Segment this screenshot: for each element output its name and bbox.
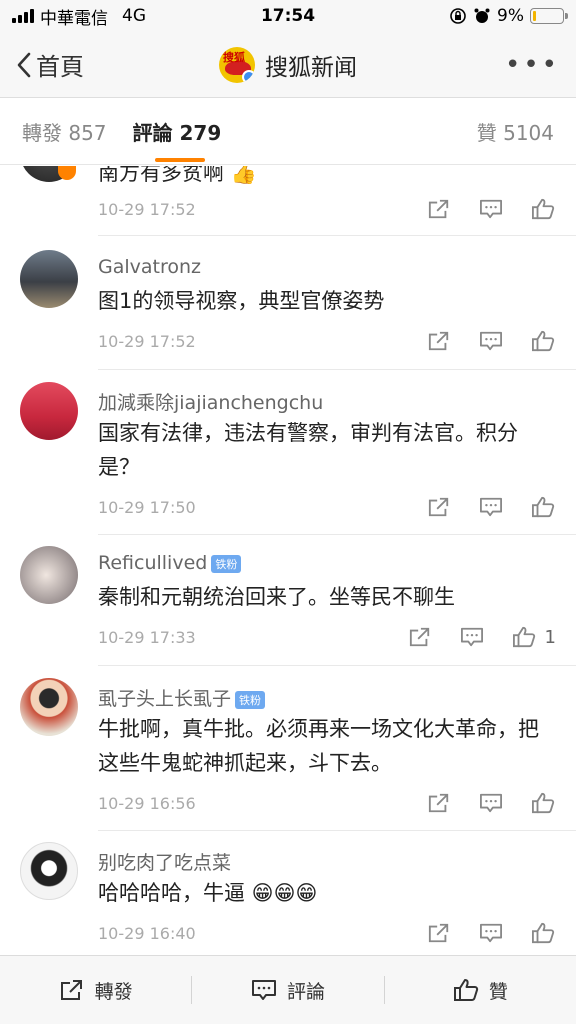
comment-icon (251, 980, 276, 1000)
like-count: 1 (544, 626, 556, 648)
comment-actions (426, 329, 556, 353)
like-icon[interactable] (530, 791, 556, 815)
avatar[interactable] (20, 842, 78, 900)
reply-icon[interactable] (478, 921, 504, 945)
reply-icon[interactable] (478, 197, 504, 221)
comment-actions (426, 921, 556, 945)
repost-comment-icon[interactable] (426, 495, 452, 519)
comment-username[interactable]: 加減乘除jiajianchengchu (98, 388, 323, 415)
like-icon[interactable] (530, 329, 556, 353)
tab-bar: 轉發 857 評論 279 贊 5104 (0, 99, 576, 165)
comment-time: 10-29 16:56 (98, 794, 196, 813)
comment-actions (426, 791, 556, 815)
repost-comment-icon[interactable] (426, 329, 452, 353)
repost-comment-icon[interactable] (426, 791, 452, 815)
like-icon[interactable] (530, 495, 556, 519)
comment-text: 国家有法律，违法有警察，审判有法官。积分是？ (98, 421, 518, 479)
more-options-button[interactable]: ••• (505, 50, 560, 80)
sohu-logo[interactable]: 搜狐 (219, 46, 255, 83)
avatar[interactable] (20, 678, 78, 736)
comment-text: 秦制和元朝统治回来了。坐等民不聊生 (98, 585, 455, 609)
tab-comments-label: 評論 279 (132, 121, 222, 145)
comment-time: 10-29 17:33 (98, 628, 196, 647)
status-bar: 中華電信 4G 17:54 9% (0, 0, 576, 32)
vip-badge-icon (58, 166, 76, 180)
tab-reposts[interactable]: 轉發 857 (22, 117, 107, 146)
comment-text: 南方有多贫啊 👍 (98, 166, 257, 185)
tab-likes[interactable]: 贊 5104 (477, 117, 554, 146)
tab-comments[interactable]: 評論 279 (132, 117, 222, 162)
repost-comment-icon[interactable] (426, 197, 452, 221)
like-icon[interactable] (511, 625, 537, 649)
comment-time: 10-29 17:52 (98, 200, 196, 219)
comment-label: 評論 (286, 980, 325, 1003)
like-icon[interactable] (530, 197, 556, 221)
chevron-left-icon (17, 52, 31, 77)
avatar[interactable] (20, 250, 78, 308)
fan-badge: 铁粉 (235, 690, 266, 709)
back-label: 首頁 (36, 53, 84, 81)
active-tab-indicator (154, 158, 205, 162)
page-title: 搜狐新闻 (265, 54, 357, 81)
comment-time: 10-29 17:52 (98, 332, 196, 351)
repost-label: 轉發 (94, 980, 133, 1003)
comment-time: 10-29 16:40 (98, 924, 196, 943)
repost-button[interactable]: 轉發 (0, 977, 191, 1004)
comment-username[interactable]: 别吃肉了吃点菜 (98, 848, 231, 875)
avatar[interactable] (20, 546, 78, 604)
comment-username[interactable]: Galvatronz (98, 256, 201, 278)
comment-username[interactable]: 虱子头上长虱子 铁粉 (98, 684, 266, 711)
battery-percent: 9% (497, 6, 524, 26)
comment-actions (426, 495, 556, 519)
reply-icon[interactable] (478, 791, 504, 815)
like-icon[interactable] (530, 921, 556, 945)
rotation-lock-icon (450, 8, 466, 24)
comment-username[interactable]: Reficullived 铁粉 (98, 552, 242, 574)
comment-time: 10-29 17:50 (98, 498, 196, 517)
back-button[interactable]: 首頁 (16, 47, 84, 82)
comment-list[interactable]: 南方有多贫啊 👍 10-29 17:52 Galvatronz 图1的领导视察，… (0, 166, 576, 954)
fan-badge: 铁粉 (211, 554, 242, 573)
nav-bar: 首頁 搜狐 搜狐新闻 ••• (0, 32, 576, 98)
reply-icon[interactable] (478, 495, 504, 519)
reply-icon[interactable] (459, 625, 485, 649)
comment-actions (426, 197, 556, 221)
comment-text: 哈哈哈哈，牛逼 😁😁😁 (98, 881, 318, 905)
comment-text: 图1的领导视察，典型官僚姿势 (98, 289, 385, 313)
repost-comment-icon[interactable] (407, 625, 433, 649)
comment-text: 牛批啊，真牛批。必须再来一场文化大革命，把这些牛鬼蛇神抓起来，斗下去。 (98, 717, 539, 775)
bottom-toolbar: 轉發 評論 贊 (0, 955, 576, 1024)
like-label: 贊 (488, 980, 508, 1003)
carrier-info: 中華電信 4G (12, 4, 146, 29)
comment-actions: 1 (407, 625, 556, 649)
share-icon (60, 980, 82, 1000)
repost-comment-icon[interactable] (426, 921, 452, 945)
alarm-icon (474, 8, 490, 23)
battery-icon (530, 8, 568, 24)
carrier-name: 中華電信 (40, 8, 108, 29)
thumbs-up-icon (453, 979, 478, 1001)
comment-button[interactable]: 評論 (192, 977, 383, 1004)
signal-icon (12, 9, 34, 23)
network-type: 4G (122, 6, 146, 26)
reply-icon[interactable] (478, 329, 504, 353)
avatar[interactable] (20, 382, 78, 440)
verified-icon (242, 69, 255, 83)
like-button[interactable]: 贊 (385, 977, 576, 1004)
